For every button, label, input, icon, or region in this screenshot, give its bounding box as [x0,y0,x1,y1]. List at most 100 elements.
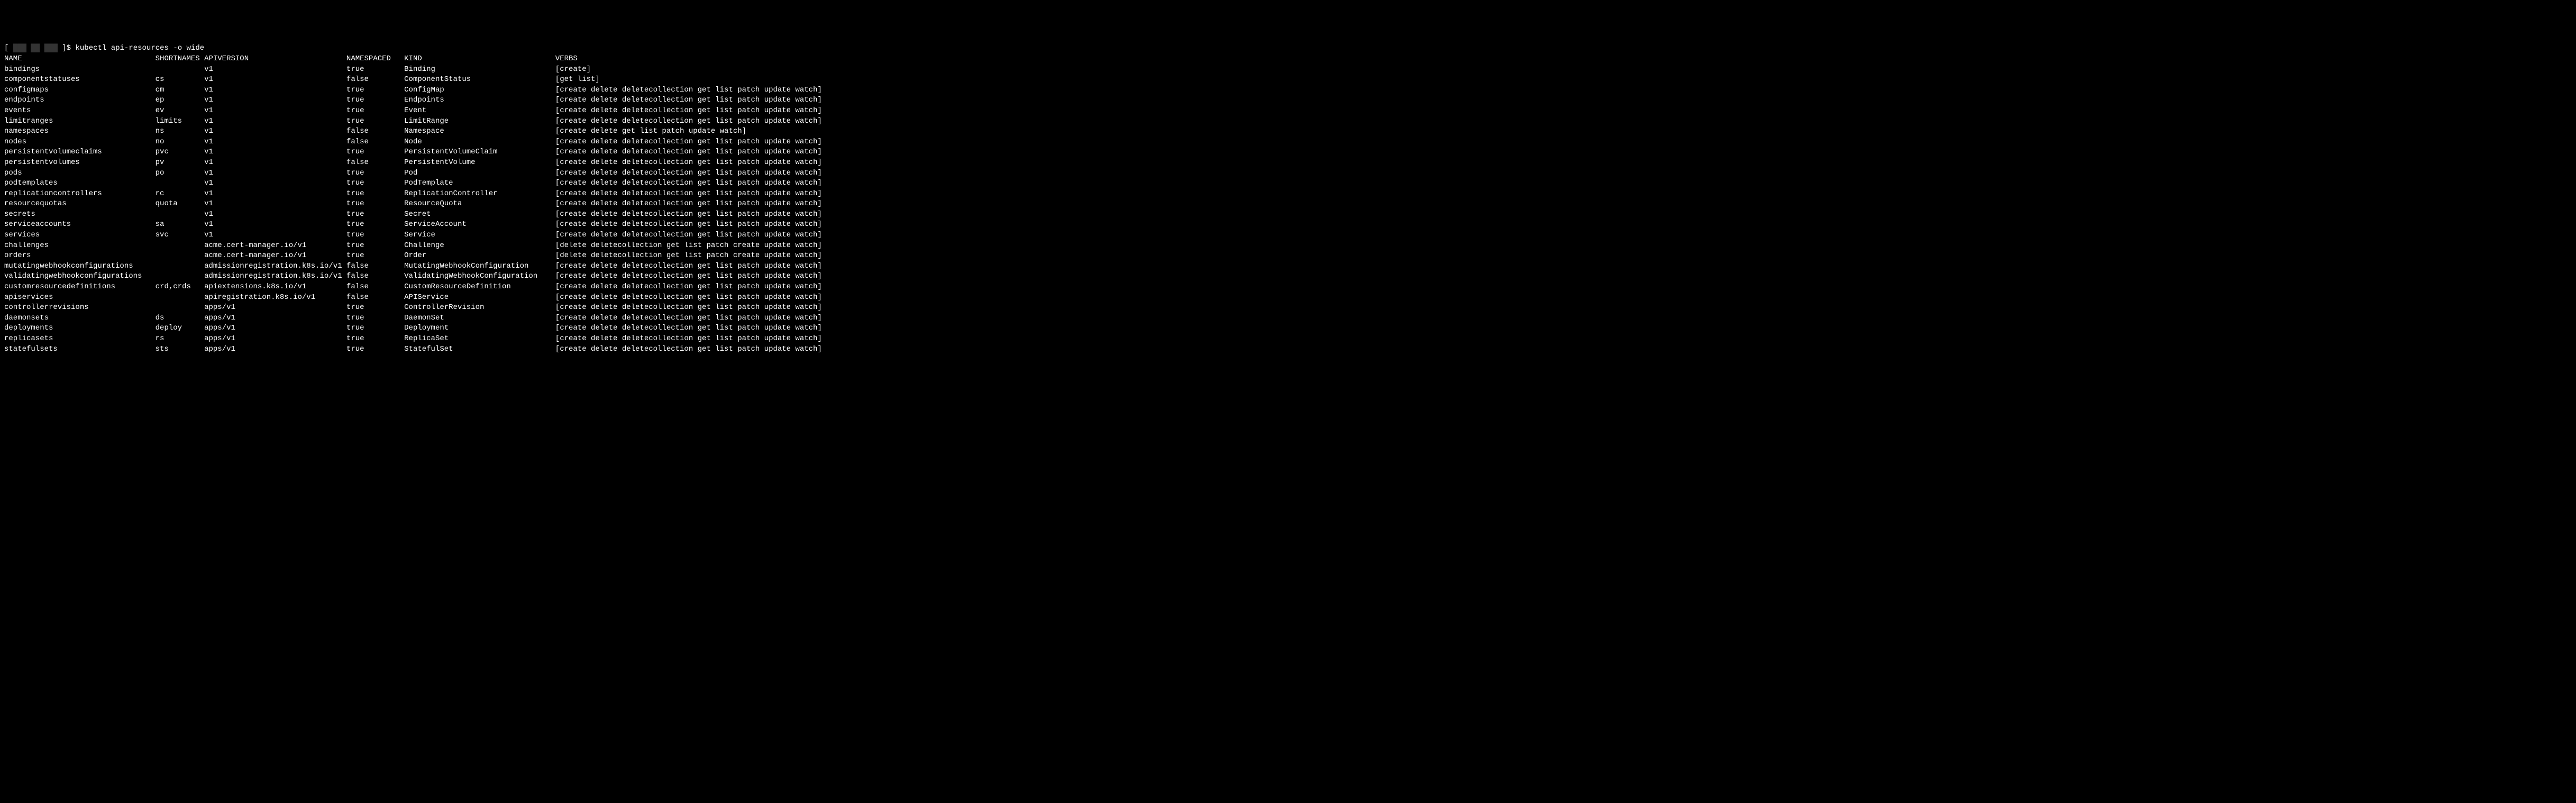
table-row: endpoints ep v1 true Endpoints [create d… [4,95,2572,106]
table-row: serviceaccounts sa v1 true ServiceAccoun… [4,220,2572,230]
cell-verbs: [create delete deletecollection get list… [555,169,822,177]
cell-shortnames: ev [156,106,204,115]
cell-shortnames [156,241,204,250]
cell-verbs: [create delete deletecollection get list… [555,138,822,146]
cell-kind: Event [404,106,555,115]
cell-verbs: [create delete deletecollection get list… [555,314,822,322]
cell-verbs: [create delete deletecollection get list… [555,324,822,332]
cell-apiversion: apps/v1 [204,324,346,332]
table-row: podtemplates v1 true PodTemplate [create… [4,178,2572,189]
cell-shortnames [156,65,204,74]
cell-apiversion: v1 [204,220,346,229]
cell-namespaced: true [346,303,404,312]
cell-name: orders [4,251,156,260]
table-row: services svc v1 true Service [create del… [4,230,2572,241]
cell-verbs: [create delete get list patch update wat… [555,127,746,135]
cell-verbs: [create delete deletecollection get list… [555,293,822,302]
cell-verbs: [create delete deletecollection get list… [555,106,822,115]
cell-name: replicationcontrollers [4,189,156,198]
cell-kind: Secret [404,210,555,218]
cell-shortnames: ds [156,314,204,322]
cell-kind: Endpoints [404,96,555,104]
cell-name: resourcequotas [4,199,156,208]
cell-apiversion: v1 [204,179,346,187]
cell-verbs: [create delete deletecollection get list… [555,189,822,198]
cell-name: podtemplates [4,179,156,187]
cell-apiversion: v1 [204,210,346,218]
cell-verbs: [create delete deletecollection get list… [555,117,822,125]
table-row: componentstatuses cs v1 false ComponentS… [4,75,2572,85]
cell-shortnames [156,303,204,312]
cell-shortnames: svc [156,231,204,239]
cell-kind: ValidatingWebhookConfiguration [404,272,555,280]
table-row: namespaces ns v1 false Namespace [create… [4,126,2572,137]
cell-apiversion: v1 [204,138,346,146]
cell-apiversion: v1 [204,169,346,177]
cell-shortnames: pv [156,158,204,167]
cell-name: controllerrevisions [4,303,156,312]
cell-verbs: [create delete deletecollection get list… [555,282,822,291]
cell-name: endpoints [4,96,156,104]
cell-verbs: [create] [555,65,591,74]
table-row: nodes no v1 false Node [create delete de… [4,137,2572,148]
cell-shortnames: cm [156,86,204,94]
cell-name: customresourcedefinitions [4,282,156,291]
cell-verbs: [create delete deletecollection get list… [555,231,822,239]
cell-apiversion: v1 [204,106,346,115]
terminal-output[interactable]: [ ███ ██ ███ ]$ kubectl api-resources -o… [4,43,2572,354]
table-row: daemonsets ds apps/v1 true DaemonSet [cr… [4,313,2572,324]
cell-shortnames [156,262,204,270]
col-header-name: NAME [4,54,156,63]
cell-apiversion: apps/v1 [204,314,346,322]
table-row: validatingwebhookconfigurations admissio… [4,271,2572,282]
cell-namespaced: false [346,138,404,146]
table-row: bindings v1 true Binding [create] [4,65,2572,75]
cell-namespaced: true [346,106,404,115]
cell-namespaced: true [346,86,404,94]
cell-kind: Pod [404,169,555,177]
cell-name: componentstatuses [4,75,156,84]
cell-namespaced: true [346,169,404,177]
cell-apiversion: v1 [204,117,346,125]
cell-namespaced: true [346,334,404,343]
table-row: replicationcontrollers rc v1 true Replic… [4,189,2572,199]
table-row: replicasets rs apps/v1 true ReplicaSet [… [4,334,2572,344]
table-row: statefulsets sts apps/v1 true StatefulSe… [4,344,2572,355]
cell-kind: MutatingWebhookConfiguration [404,262,555,270]
cell-kind: Service [404,231,555,239]
cell-kind: PodTemplate [404,179,555,187]
cell-apiversion: v1 [204,148,346,156]
table-row: persistentvolumes pv v1 false Persistent… [4,158,2572,168]
table-header: NAME SHORTNAMES APIVERSION NAMESPACED KI… [4,54,2572,65]
cell-verbs: [create delete deletecollection get list… [555,148,822,156]
cell-name: persistentvolumeclaims [4,148,156,156]
table-row: controllerrevisions apps/v1 true Control… [4,303,2572,313]
cell-shortnames: no [156,138,204,146]
cell-apiversion: v1 [204,199,346,208]
cell-namespaced: true [346,345,404,353]
table-row: resourcequotas quota v1 true ResourceQuo… [4,199,2572,209]
cell-namespaced: true [346,314,404,322]
cell-namespaced: true [346,231,404,239]
cell-verbs: [create delete deletecollection get list… [555,179,822,187]
table-row: events ev v1 true Event [create delete d… [4,106,2572,116]
cell-name: mutatingwebhookconfigurations [4,262,156,270]
table-row: persistentvolumeclaims pvc v1 true Persi… [4,147,2572,158]
cell-name: statefulsets [4,345,156,353]
cell-apiversion: v1 [204,75,346,84]
cell-namespaced: true [346,199,404,208]
cell-apiversion: v1 [204,96,346,104]
redacted-host-segment: ███ [44,44,58,52]
cell-apiversion: acme.cert-manager.io/v1 [204,241,346,250]
cell-namespaced: true [346,210,404,218]
cell-name: serviceaccounts [4,220,156,229]
cell-name: replicasets [4,334,156,343]
cell-apiversion: admissionregistration.k8s.io/v1 [204,262,346,270]
cell-shortnames [156,272,204,280]
cell-kind: PersistentVolumeClaim [404,148,555,156]
cell-namespaced: false [346,262,404,270]
cell-shortnames: cs [156,75,204,84]
cell-kind: ReplicationController [404,189,555,198]
cell-namespaced: false [346,293,404,302]
cell-kind: APIService [404,293,555,302]
